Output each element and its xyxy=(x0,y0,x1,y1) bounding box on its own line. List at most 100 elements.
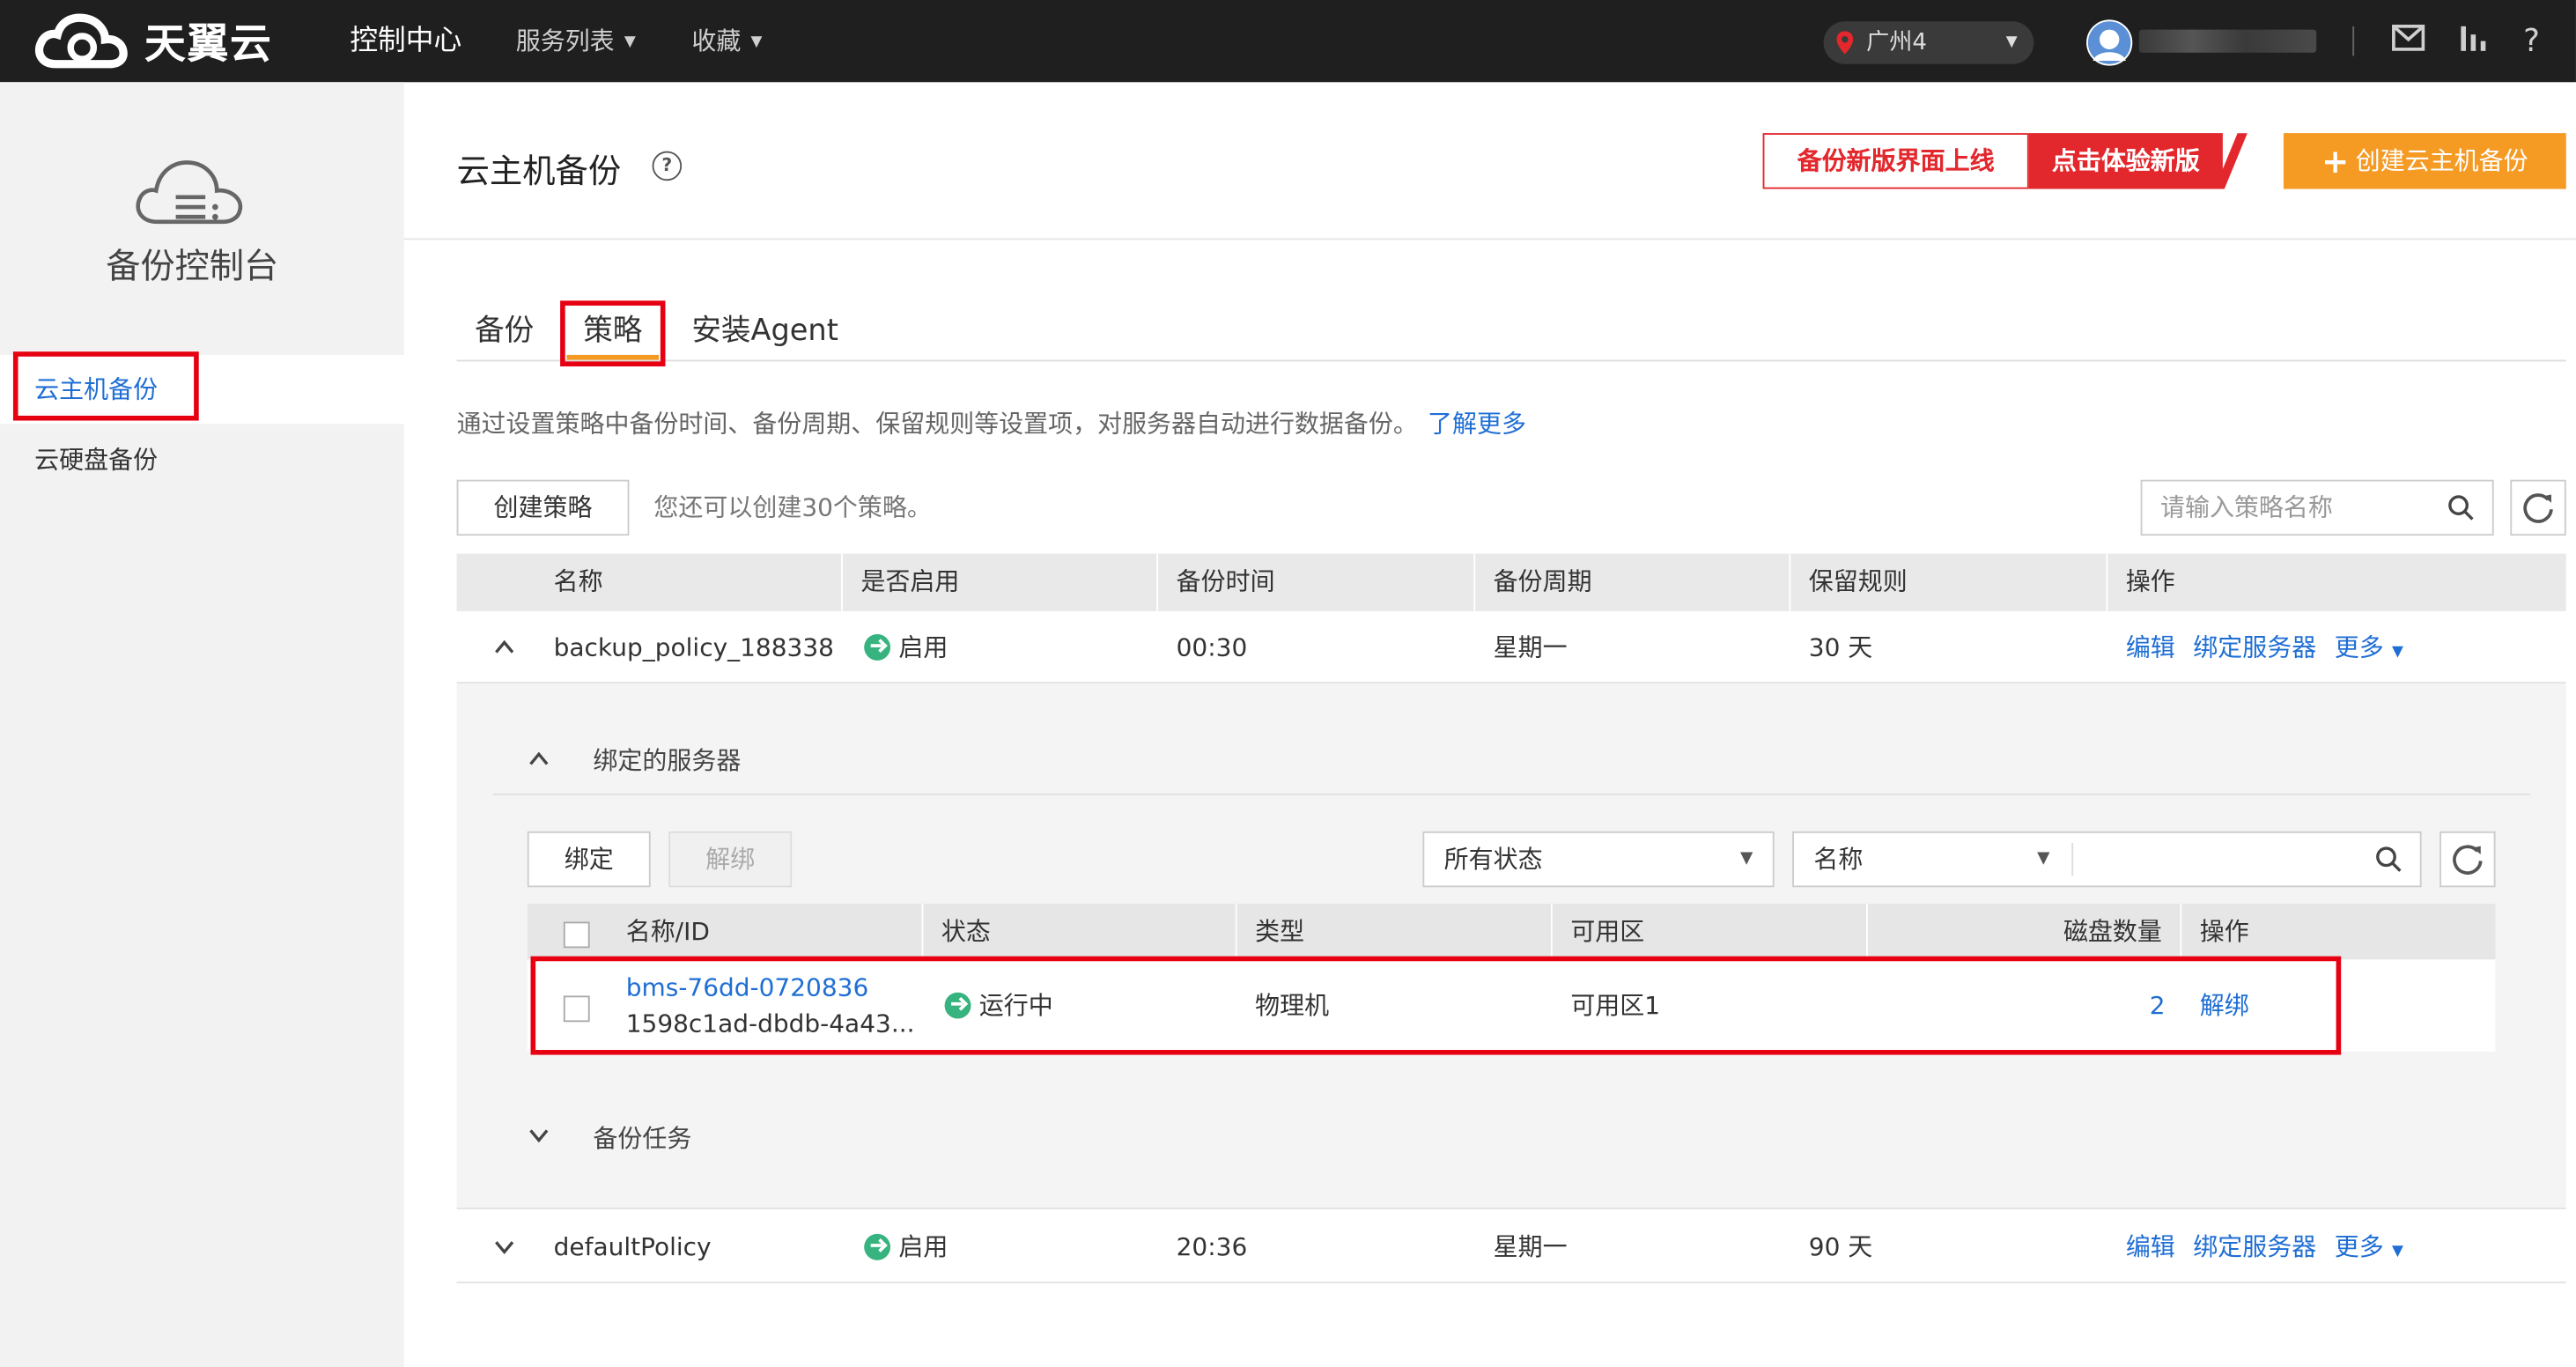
policy-name: backup_policy_188338 xyxy=(553,632,834,662)
caret-down-icon: ▼ xyxy=(2392,1244,2403,1260)
learn-more-link[interactable]: 了解更多 xyxy=(1428,409,1526,439)
column-divider xyxy=(2180,903,2182,960)
help-icon[interactable]: ? xyxy=(2513,23,2550,59)
column-header-name-id: 名称/ID xyxy=(625,916,710,947)
column-divider xyxy=(1789,553,1791,611)
row-divider xyxy=(456,1282,2566,1283)
tabs-divider xyxy=(456,359,2566,362)
bind-server-link[interactable]: 绑定服务器 xyxy=(2193,1211,2316,1283)
search-icon[interactable] xyxy=(2447,494,2474,521)
toolbar-divider xyxy=(2352,26,2355,56)
column-header-enabled: 是否启用 xyxy=(860,566,960,597)
column-header-cycle: 备份周期 xyxy=(1493,566,1592,597)
search-icon[interactable] xyxy=(2375,846,2402,873)
caret-down-icon: ▼ xyxy=(2037,849,2050,868)
column-divider xyxy=(921,903,924,960)
highlight-box xyxy=(530,956,2342,1055)
caret-down-icon: ▼ xyxy=(2392,644,2403,661)
refresh-icon xyxy=(2523,493,2553,523)
refresh-button[interactable] xyxy=(2510,479,2566,536)
column-header-time: 备份时间 xyxy=(1176,566,1275,597)
column-header-name: 名称 xyxy=(553,566,603,597)
policy-table-header: 名称 是否启用 备份时间 备份周期 保留规则 操作 xyxy=(456,553,2566,611)
bind-server-link[interactable]: 绑定服务器 xyxy=(2193,611,2316,684)
banner-try-new-link[interactable]: 点击体验新版 xyxy=(2028,133,2223,189)
button-label: 创建策略 xyxy=(493,492,593,523)
create-vm-backup-button[interactable]: + 创建云主机备份 xyxy=(2283,133,2566,189)
sidebar-item-label: 云硬盘备份 xyxy=(34,445,159,476)
nav-service-list[interactable]: 服务列表 ▼ xyxy=(516,0,636,82)
create-policy-button[interactable]: 创建策略 xyxy=(456,479,630,536)
policy-retention: 30 天 xyxy=(1808,632,1873,662)
column-header-actions: 操作 xyxy=(2125,566,2175,597)
top-navbar: 天翼云 控制中心 服务列表 ▼ 收藏 ▼ 广州4 ▼ ? xyxy=(0,0,2576,83)
nav-label: 收藏 xyxy=(691,26,742,56)
sidebar-item-disk-backup[interactable]: 云硬盘备份 xyxy=(0,425,404,494)
chevron-down-icon[interactable] xyxy=(493,1236,516,1259)
edit-link[interactable]: 编辑 xyxy=(2126,611,2175,684)
description-text: 通过设置策略中备份时间、备份周期、保留规则等设置项，对服务器自动进行数据备份。 xyxy=(456,409,1418,440)
policy-enabled-status: 启用 xyxy=(864,1211,948,1283)
column-divider xyxy=(1866,903,1868,960)
status-filter-select[interactable]: 所有状态 ▼ xyxy=(1422,831,1775,888)
server-refresh-button[interactable] xyxy=(2439,831,2496,888)
button-label: 解绑 xyxy=(705,844,756,875)
tab-install-agent[interactable]: 安装Agent xyxy=(691,307,838,351)
user-icon xyxy=(2093,29,2126,62)
backup-cloud-icon xyxy=(136,160,243,225)
section-divider xyxy=(492,793,2530,795)
more-dropdown[interactable]: 更多 ▼ xyxy=(2335,1211,2403,1283)
bound-servers-title[interactable]: 绑定的服务器 xyxy=(593,743,741,777)
field-select-value: 名称 xyxy=(1813,844,1864,875)
column-header-zone: 可用区 xyxy=(1570,916,1645,947)
column-header-disk-count: 磁盘数量 xyxy=(2063,916,2162,947)
field-divider xyxy=(2071,842,2074,876)
backup-tasks-title[interactable]: 备份任务 xyxy=(593,1120,691,1155)
mail-icon[interactable] xyxy=(2390,23,2426,59)
highlight-box xyxy=(560,300,666,366)
column-divider xyxy=(1235,903,1237,960)
more-label: 更多 xyxy=(2334,632,2384,662)
table-row: backup_policy_188338 启用 00:30 星期一 30 天 编… xyxy=(457,611,2566,684)
edit-link[interactable]: 编辑 xyxy=(2126,1211,2175,1283)
question-circle-icon[interactable]: ? xyxy=(652,151,683,181)
chevron-down-icon[interactable] xyxy=(528,1124,550,1147)
chevron-up-icon[interactable] xyxy=(493,636,516,659)
new-version-banner[interactable]: 备份新版界面上线 点击体验新版 xyxy=(1762,133,2249,189)
plus-icon: + xyxy=(2321,141,2350,181)
tab-backup[interactable]: 备份 xyxy=(475,307,534,351)
unbind-button[interactable]: 解绑 xyxy=(668,831,793,888)
nav-label: 服务列表 xyxy=(515,26,615,56)
chevron-up-icon[interactable] xyxy=(528,748,550,771)
select-all-checkbox[interactable] xyxy=(563,921,590,949)
column-header-type: 类型 xyxy=(1255,916,1305,947)
policy-name: defaultPolicy xyxy=(553,1232,712,1262)
sidebar: 备份控制台 云主机备份 云硬盘备份 xyxy=(0,82,404,1367)
brand-logo[interactable]: 天翼云 xyxy=(33,10,272,72)
policy-search-input[interactable]: 请输入策略名称 xyxy=(2140,479,2494,536)
more-dropdown[interactable]: 更多 ▼ xyxy=(2335,611,2403,684)
page-title: 云主机备份 xyxy=(456,151,622,191)
refresh-icon xyxy=(2453,845,2483,875)
banner-text: 备份新版界面上线 xyxy=(1762,133,2029,189)
user-avatar[interactable] xyxy=(2086,19,2133,66)
column-divider xyxy=(1156,553,1159,611)
server-search-combo[interactable]: 名称 ▼ xyxy=(1792,831,2422,888)
button-label: 创建云主机备份 xyxy=(2355,146,2528,176)
nav-control-center[interactable]: 控制中心 xyxy=(350,0,461,82)
nav-favorites[interactable]: 收藏 ▼ xyxy=(691,0,762,82)
username-masked[interactable] xyxy=(2138,29,2317,53)
header-divider xyxy=(403,238,2576,240)
region-selector[interactable]: 广州4 ▼ xyxy=(1823,21,2034,64)
server-table-header: 名称/ID 状态 类型 可用区 磁盘数量 操作 xyxy=(527,903,2496,960)
column-divider xyxy=(841,553,843,611)
chart-icon[interactable] xyxy=(2456,23,2492,59)
search-placeholder: 请输入策略名称 xyxy=(2160,492,2333,523)
row-divider xyxy=(456,1208,2566,1209)
status-text: 启用 xyxy=(898,632,948,662)
button-label: 绑定 xyxy=(564,844,614,875)
policy-enabled-status: 启用 xyxy=(864,611,948,684)
bind-button[interactable]: 绑定 xyxy=(527,831,651,888)
status-arrow-icon xyxy=(864,634,891,661)
caret-down-icon: ▼ xyxy=(1740,849,1753,868)
